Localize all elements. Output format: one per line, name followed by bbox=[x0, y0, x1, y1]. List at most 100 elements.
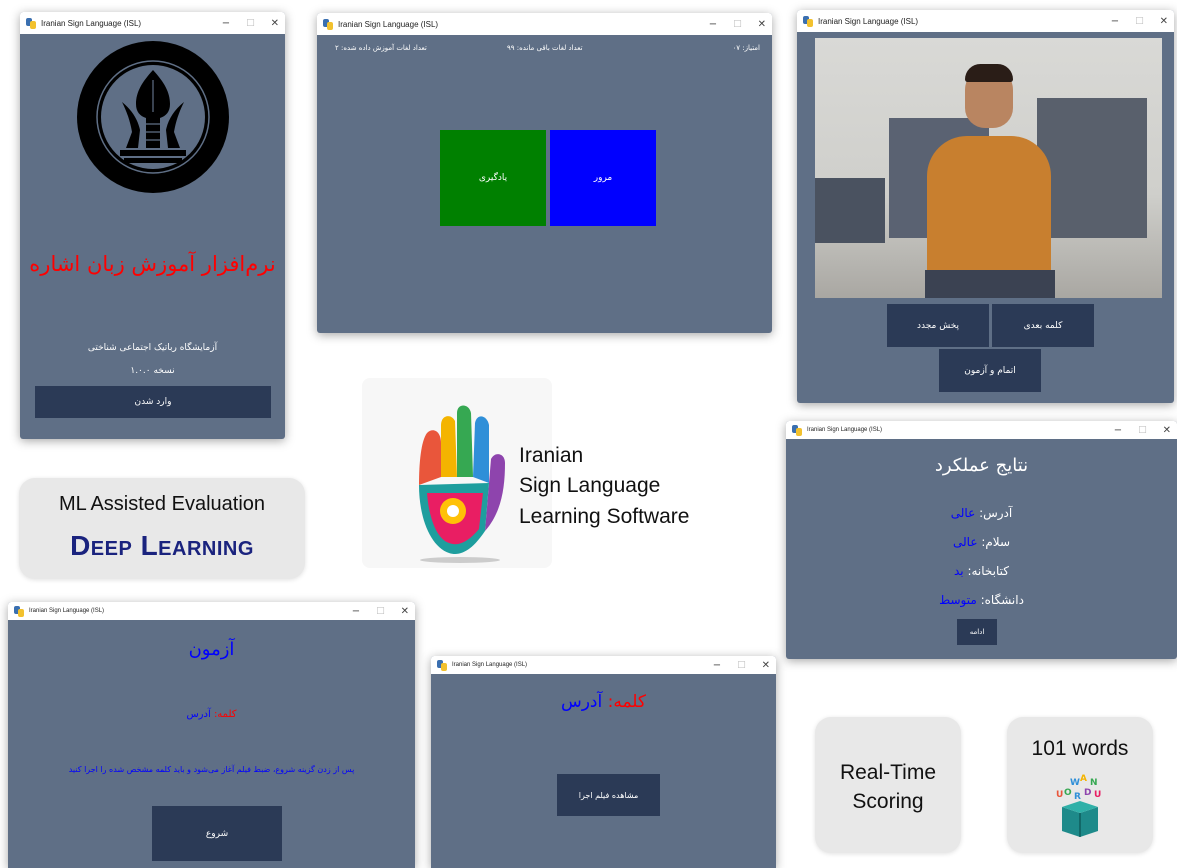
exam-word-label: کلمه: bbox=[213, 709, 237, 720]
words-line-1: 101 words bbox=[1031, 737, 1129, 760]
result-grade: عالی bbox=[953, 535, 978, 549]
window-title: Iranian Sign Language (ISL) bbox=[818, 16, 919, 26]
exam-word-value: آدرس bbox=[186, 709, 211, 720]
minimize-button[interactable]: − bbox=[709, 19, 717, 30]
splash-window: Iranian Sign Language (ISL) − □ ✕ نرم‌اف… bbox=[20, 12, 285, 439]
university-logo bbox=[77, 41, 229, 193]
learn-button[interactable]: یادگیری bbox=[440, 130, 546, 226]
finish-and-test-button[interactable]: اتمام و آزمون bbox=[939, 349, 1041, 392]
score-text: امتیاز: ۰۷ bbox=[732, 44, 760, 52]
word-heading-value: آدرس bbox=[560, 692, 603, 712]
title-bar: Iranian Sign Language (ISL) − □ ✕ bbox=[8, 602, 415, 620]
watch-video-button[interactable]: مشاهده فیلم اجرا bbox=[557, 774, 660, 816]
ml-card-line-1: ML Assisted Evaluation bbox=[58, 493, 266, 515]
word-heading-label: کلمه: bbox=[607, 692, 647, 712]
window-title: Iranian Sign Language (ISL) bbox=[807, 427, 883, 433]
ml-card: ML Assisted Evaluation Deep Learning bbox=[19, 478, 305, 579]
title-bar: Iranian Sign Language (ISL) − □ ✕ bbox=[797, 10, 1174, 32]
next-word-button[interactable]: کلمه بعدی bbox=[992, 304, 1094, 347]
replay-button[interactable]: پخش مجدد bbox=[887, 304, 989, 347]
exam-window: Iranian Sign Language (ISL) − □ ✕ آزمون … bbox=[8, 602, 415, 868]
result-grade: عالی bbox=[950, 506, 976, 520]
minimize-button[interactable]: − bbox=[1111, 16, 1119, 27]
minimize-button[interactable]: − bbox=[713, 660, 721, 671]
title-bar: Iranian Sign Language (ISL) − □ ✕ bbox=[431, 656, 776, 674]
menu-window: Iranian Sign Language (ISL) − □ ✕ امتیاز… bbox=[317, 13, 772, 333]
svg-text:U: U bbox=[1056, 790, 1063, 800]
result-word: سلام: bbox=[981, 535, 1010, 549]
video-frame bbox=[815, 38, 1162, 298]
close-button[interactable]: ✕ bbox=[271, 18, 279, 29]
maximize-button[interactable]: □ bbox=[1138, 425, 1147, 435]
svg-text:U: U bbox=[1094, 790, 1101, 800]
svg-text:N: N bbox=[1090, 778, 1098, 788]
result-row: کتابخانه: بد bbox=[786, 564, 1177, 578]
lab-equipment bbox=[815, 178, 885, 243]
learned-words-text: تعداد لغات آموزش داده شده: ۲ bbox=[335, 44, 427, 52]
svg-text:A: A bbox=[1080, 774, 1087, 784]
python-icon bbox=[803, 15, 814, 27]
close-button[interactable]: ✕ bbox=[1160, 16, 1168, 27]
player-window: Iranian Sign Language (ISL) − □ ✕ کلمه ب… bbox=[797, 10, 1174, 403]
close-button[interactable]: ✕ bbox=[758, 19, 766, 30]
window-title: Iranian Sign Language (ISL) bbox=[41, 18, 142, 28]
exam-title: آزمون bbox=[188, 639, 235, 660]
python-icon bbox=[792, 424, 803, 436]
result-word: آدرس: bbox=[979, 506, 1013, 520]
word-book-icon: W A U O R D U N bbox=[1056, 774, 1101, 837]
close-button[interactable]: ✕ bbox=[401, 606, 409, 617]
exam-word: کلمه: آدرس bbox=[8, 709, 415, 720]
python-icon bbox=[323, 18, 334, 30]
svg-text:W: W bbox=[1070, 778, 1080, 788]
realtime-card: Real-Time Scoring bbox=[815, 717, 961, 853]
window-title: Iranian Sign Language (ISL) bbox=[29, 608, 105, 614]
maximize-button[interactable]: □ bbox=[737, 660, 746, 670]
result-word: کتابخانه: bbox=[967, 564, 1010, 578]
remaining-words-text: تعداد لغات باقی مانده: ۹۹ bbox=[507, 44, 583, 52]
svg-text:D: D bbox=[1084, 788, 1091, 798]
logo-line-1: Iranian bbox=[519, 444, 584, 467]
start-button[interactable]: شروع bbox=[152, 806, 282, 861]
hand-logo-icon bbox=[419, 405, 505, 563]
realtime-line-2: Scoring bbox=[852, 790, 924, 813]
svg-text:O: O bbox=[1064, 788, 1072, 798]
maximize-button[interactable]: □ bbox=[376, 606, 385, 616]
words-card: 101 words W A U O R D U N bbox=[1007, 717, 1153, 853]
python-icon bbox=[26, 17, 37, 29]
result-row: دانشگاه: متوسط bbox=[786, 593, 1177, 607]
minimize-button[interactable]: − bbox=[222, 18, 230, 29]
maximize-button[interactable]: □ bbox=[733, 19, 742, 29]
results-window: Iranian Sign Language (ISL) − □ ✕ نتایج … bbox=[786, 421, 1177, 659]
minimize-button[interactable]: − bbox=[352, 606, 360, 617]
person-legs bbox=[925, 270, 1055, 298]
ml-card-line-2: Deep Learning bbox=[70, 530, 254, 561]
close-button[interactable]: ✕ bbox=[762, 660, 770, 671]
title-bar: Iranian Sign Language (ISL) − □ ✕ bbox=[20, 12, 285, 34]
exam-instruction: پس از زدن گزینه شروع، ضبط فیلم آغاز می‌ش… bbox=[68, 765, 355, 774]
python-icon bbox=[437, 659, 448, 671]
continue-button[interactable]: ادامه bbox=[957, 619, 997, 645]
result-row: سلام: عالی bbox=[786, 535, 1177, 549]
lab-equipment bbox=[1037, 98, 1147, 238]
maximize-button[interactable]: □ bbox=[1135, 16, 1144, 26]
window-title: Iranian Sign Language (ISL) bbox=[452, 662, 528, 668]
close-button[interactable]: ✕ bbox=[1163, 425, 1171, 436]
realtime-line-1: Real-Time bbox=[839, 761, 937, 784]
minimize-button[interactable]: − bbox=[1114, 425, 1122, 436]
review-button[interactable]: مرور bbox=[550, 130, 656, 226]
results-title: نتایج عملکرد bbox=[934, 455, 1029, 476]
maximize-button[interactable]: □ bbox=[246, 18, 255, 28]
result-row: آدرس: عالی bbox=[786, 506, 1177, 520]
lab-name: آزمایشگاه رباتیک اجتماعی شناختی bbox=[87, 343, 218, 353]
word-window: Iranian Sign Language (ISL) − □ ✕ کلمه: … bbox=[431, 656, 776, 868]
version-text: نسخه ۱.۰.۰ bbox=[130, 366, 175, 376]
result-grade: متوسط bbox=[939, 593, 977, 607]
title-bar: Iranian Sign Language (ISL) − □ ✕ bbox=[317, 13, 772, 35]
window-title: Iranian Sign Language (ISL) bbox=[338, 19, 439, 29]
word-heading: کلمه: آدرس bbox=[431, 692, 776, 712]
enter-button[interactable]: وارد شدن bbox=[35, 386, 271, 418]
app-name: نرم‌افزار آموزش زبان اشاره bbox=[29, 252, 276, 276]
person-hair bbox=[965, 64, 1013, 82]
svg-text:R: R bbox=[1074, 792, 1081, 802]
title-bar: Iranian Sign Language (ISL) − □ ✕ bbox=[786, 421, 1177, 439]
